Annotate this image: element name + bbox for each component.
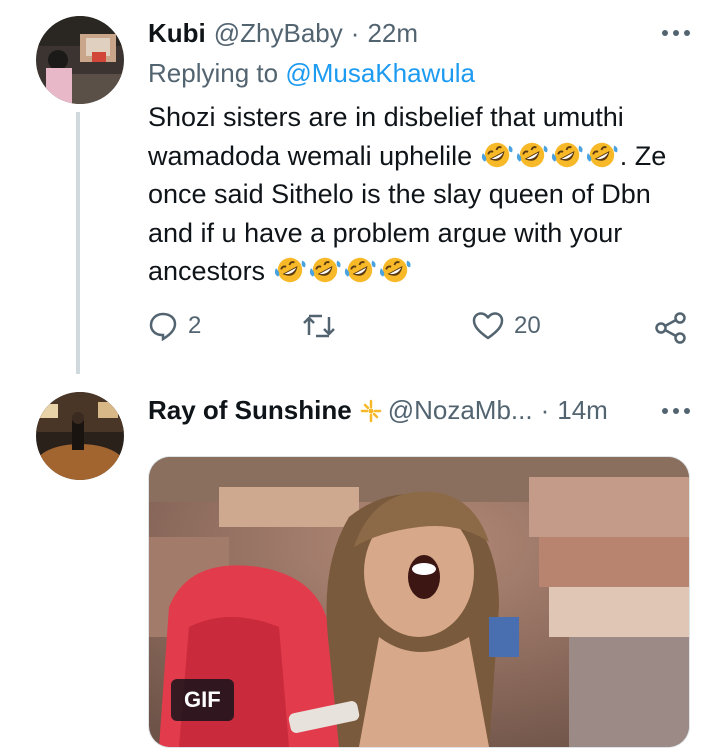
like-button[interactable]: 20 <box>472 311 541 341</box>
more-options-icon[interactable] <box>662 408 690 414</box>
user-handle[interactable]: @NozaMb... <box>388 395 533 426</box>
tweet-text: Shozi sisters are in disbelief that umut… <box>148 98 678 291</box>
gif-badge: GIF <box>171 679 234 721</box>
tweet-header: Kubi @ZhyBaby · 22m <box>148 18 418 49</box>
like-count: 20 <box>514 312 541 339</box>
action-bar: 2 20 <box>0 311 720 351</box>
tweet-kubi[interactable]: Kubi @ZhyBaby · 22m Replying to @MusaKha… <box>0 0 720 380</box>
reply-count: 2 <box>188 312 202 339</box>
gif-media[interactable]: GIF <box>148 456 690 748</box>
tweet-header: Ray of Sunshine @NozaMb... · 14m <box>148 395 608 426</box>
rofl-emoji-icon <box>585 140 619 170</box>
timestamp[interactable]: 22m <box>367 18 418 49</box>
avatar[interactable] <box>36 392 124 480</box>
text-line: Shozi sisters are in disbelief that umut… <box>148 102 624 132</box>
avatar-image <box>36 392 124 480</box>
separator-dot: · <box>350 18 360 48</box>
retweet-icon <box>303 314 335 338</box>
user-handle[interactable]: @ZhyBaby <box>214 18 343 49</box>
timestamp[interactable]: 14m <box>557 395 608 426</box>
text-line: once said Sithelo is the slay queen of D… <box>148 179 651 209</box>
reply-button[interactable]: 2 <box>148 311 201 341</box>
rofl-emoji-icon <box>515 140 549 170</box>
text-line: and if u have a problem argue with your <box>148 217 623 248</box>
separator-dot: · <box>540 395 550 425</box>
share-button[interactable] <box>654 311 688 345</box>
retweet-button[interactable] <box>302 311 346 341</box>
replying-handle-link[interactable]: @MusaKhawula <box>285 58 475 88</box>
rofl-emoji-icon <box>343 255 377 285</box>
rofl-emoji-icon <box>550 140 584 170</box>
rofl-emoji-icon <box>378 255 412 285</box>
share-icon <box>655 312 686 344</box>
text-line: wamadoda wemali uphelile . Ze <box>148 137 678 176</box>
text-fragment: wamadoda wemali uphelile <box>148 140 473 171</box>
text-fragment: ancestors <box>148 256 266 286</box>
heart-icon <box>472 312 504 340</box>
rofl-emoji-icon <box>308 255 342 285</box>
reply-icon <box>149 312 177 341</box>
replying-to: Replying to @MusaKhawula <box>148 58 475 89</box>
display-name[interactable]: Ray of Sunshine <box>148 395 352 426</box>
avatar[interactable] <box>36 16 124 104</box>
rofl-emoji-icon <box>480 140 514 170</box>
more-options-icon[interactable] <box>662 30 690 36</box>
avatar-image <box>36 16 124 104</box>
display-name[interactable]: Kubi <box>148 18 206 49</box>
replying-label: Replying to <box>148 58 279 88</box>
rofl-emoji-icon <box>273 255 307 285</box>
sparkle-sun-icon <box>360 399 381 422</box>
text-line: ancestors <box>148 252 678 291</box>
text-fragment: . Ze <box>619 140 667 171</box>
